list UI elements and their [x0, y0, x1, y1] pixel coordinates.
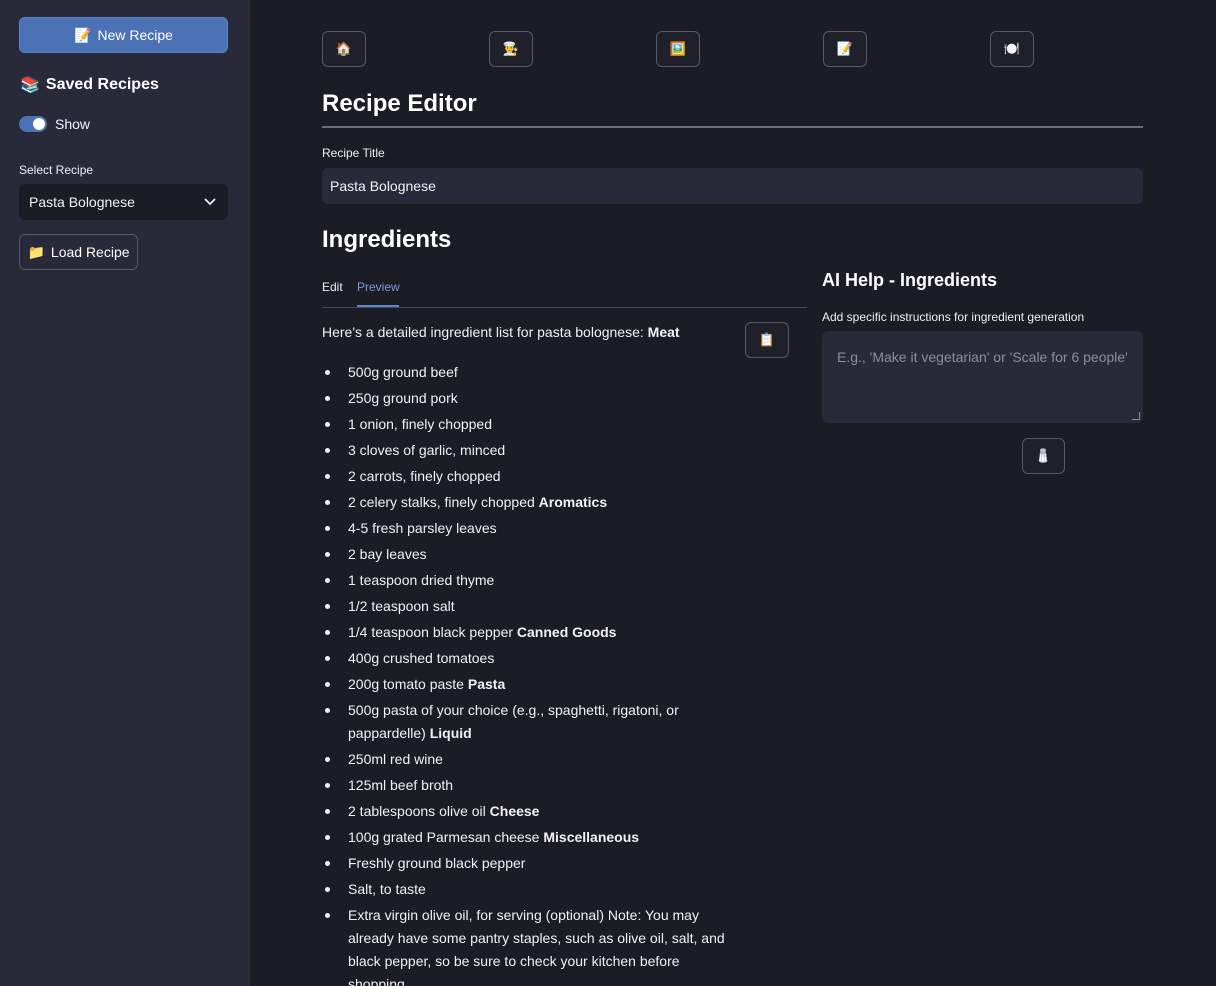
list-item: 500g ground beef [322, 361, 742, 384]
show-toggle-label: Show [55, 116, 91, 132]
chef-icon: 👨‍🍳 [502, 41, 520, 56]
chef-button[interactable]: 👨‍🍳 [489, 31, 533, 67]
load-recipe-label: Load Recipe [50, 244, 130, 260]
list-item: 2 bay leaves [322, 543, 742, 566]
ai-help-title: AI Help - Ingredients [822, 270, 998, 290]
folder-icon: 📁 [27, 243, 45, 260]
home-button[interactable]: 🏠 [322, 31, 366, 67]
books-icon: 📚 [20, 77, 40, 94]
salt-shaker-icon: 🧂 [1035, 448, 1052, 463]
copy-button[interactable]: 📋 [745, 322, 789, 358]
select-recipe-label: Select Recipe [19, 163, 94, 177]
list-item: 500g pasta of your choice (e.g., spaghet… [322, 699, 742, 745]
memo-icon: 📝 [74, 26, 92, 43]
list-item: 250g ground pork [322, 387, 742, 410]
chevron-down-icon [204, 198, 216, 206]
ingredient-list: 500g ground beef 250g ground pork 1 onion,… [322, 361, 742, 986]
show-toggle[interactable] [19, 116, 47, 132]
show-toggle-row[interactable]: Show [19, 116, 90, 132]
plate-icon: 🍽️ [1003, 41, 1021, 56]
list-item: Extra virgin olive oil, for serving (opt… [322, 904, 742, 986]
tab-preview[interactable]: Preview [357, 280, 400, 294]
ingredients-tabs: Edit Preview [322, 278, 807, 308]
instructions-label: Add specific instructions for ingredient… [822, 310, 1085, 324]
list-item: 250ml red wine [322, 748, 742, 771]
list-item: 2 tablespoons olive oil Cheese [322, 800, 742, 823]
plate-button[interactable]: 🍽️ [990, 31, 1034, 67]
new-recipe-label: New Recipe [97, 27, 173, 43]
list-item: 1/2 teaspoon salt [322, 595, 742, 618]
ingredients-intro: Here's a detailed ingredient list for pa… [322, 324, 680, 340]
generate-ingredients-button[interactable]: 🧂 [1022, 438, 1065, 474]
recipe-title-value: Pasta Bolognese [330, 178, 436, 194]
image-button[interactable]: 🖼️ [656, 31, 700, 67]
page-title: Recipe Editor [322, 90, 477, 117]
list-item: 4-5 fresh parsley leaves [322, 517, 742, 540]
list-item: 100g grated Parmesan cheese Miscellaneou… [322, 826, 742, 849]
recipe-title-label: Recipe Title [322, 146, 385, 160]
ingredients-heading: Ingredients [322, 226, 452, 253]
home-icon: 🏠 [335, 41, 353, 56]
instructions-textarea[interactable]: E.g., 'Make it vegetarian' or 'Scale for… [822, 331, 1143, 423]
load-recipe-button[interactable]: 📁 Load Recipe [19, 234, 138, 270]
sidebar: 📝 New Recipe 📚 Saved Recipes Show Select… [0, 0, 250, 986]
list-item: 3 cloves of garlic, minced [322, 439, 742, 462]
list-item: 1 teaspoon dried thyme [322, 569, 742, 592]
recipe-select[interactable]: Pasta Bolognese [19, 184, 228, 220]
new-recipe-button[interactable]: 📝 New Recipe [19, 17, 228, 53]
list-item: 125ml beef broth [322, 774, 742, 797]
clipboard-icon: 📋 [758, 332, 776, 347]
list-item: 400g crushed tomatoes [322, 647, 742, 670]
active-tab-indicator [357, 305, 399, 307]
list-item: 2 carrots, finely chopped [322, 465, 742, 488]
list-item: Salt, to taste [322, 878, 742, 901]
recipe-icon: 📝 [836, 41, 854, 56]
list-item: 1/4 teaspoon black pepper Canned Goods [322, 621, 742, 644]
divider [322, 126, 1143, 128]
resize-handle[interactable] [1132, 412, 1140, 420]
saved-recipes-heading: 📚 Saved Recipes [20, 76, 159, 94]
list-item: 2 celery stalks, finely chopped Aromatic… [322, 491, 742, 514]
list-item: 200g tomato paste Pasta [322, 673, 742, 696]
recipe-title-input[interactable]: Pasta Bolognese [322, 168, 1143, 204]
tab-edit[interactable]: Edit [322, 280, 343, 294]
instructions-placeholder: E.g., 'Make it vegetarian' or 'Scale for… [837, 349, 1128, 365]
recipe-button[interactable]: 📝 [823, 31, 867, 67]
list-item: Freshly ground black pepper [322, 852, 742, 875]
image-icon: 🖼️ [669, 41, 687, 56]
recipe-select-value: Pasta Bolognese [29, 194, 135, 210]
list-item: 1 onion, finely chopped [322, 413, 742, 436]
